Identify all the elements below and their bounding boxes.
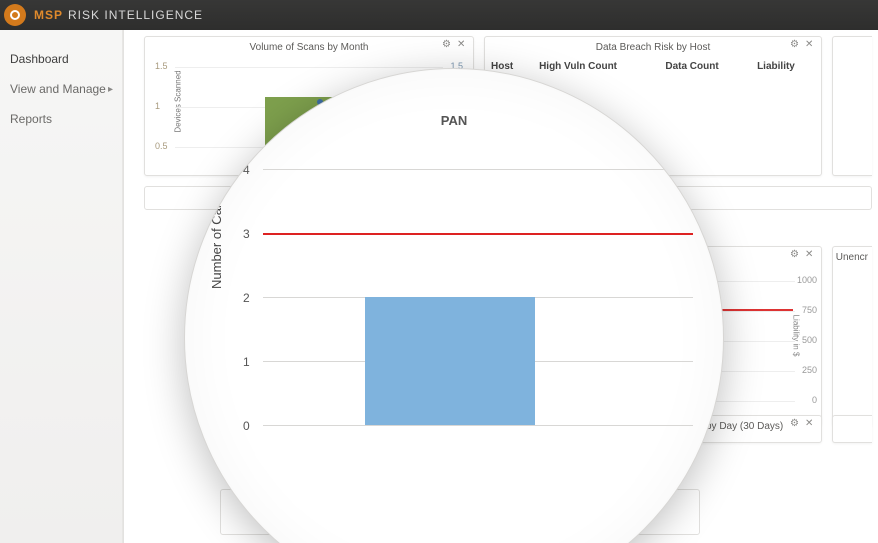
y-tick: 1 — [155, 101, 160, 111]
sidebar-item-label: Dashboard — [10, 52, 69, 66]
sidebar: Dashboard View and Manage ▸ Reports — [0, 30, 124, 543]
y-tick: 0 — [243, 419, 250, 433]
threshold-line — [263, 233, 693, 235]
y-tick: 250 — [802, 365, 817, 375]
y-tick: 0.5 — [155, 141, 168, 151]
y-tick: 750 — [802, 305, 817, 315]
y-tick: 3 — [243, 227, 250, 241]
close-icon[interactable]: ✕ — [805, 250, 815, 260]
y-tick: 4 — [243, 163, 250, 177]
gear-icon[interactable]: ⚙ — [790, 419, 800, 429]
widget-title: PAN — [215, 113, 693, 128]
y-right-axis-label: Liability in $ — [792, 315, 801, 357]
col-data-count: Data Count — [659, 57, 751, 76]
widget-title: Unencr — [836, 252, 868, 263]
table-header-row: Host High Vuln Count Data Count Liabilit… — [485, 57, 821, 76]
breach-table: Host High Vuln Count Data Count Liabilit… — [485, 57, 821, 76]
y-left-axis-label: Devices Scanned — [174, 70, 183, 132]
widget-unencrypted-cropped: Unencr — [832, 246, 872, 426]
gear-icon[interactable]: ⚙ — [790, 250, 800, 260]
col-high-vuln: High Vuln Count — [533, 57, 659, 76]
y-tick: 1.5 — [155, 61, 168, 71]
sidebar-item-view-manage[interactable]: View and Manage ▸ — [0, 74, 123, 104]
brand-logo-icon — [4, 4, 26, 26]
y-tick: 1000 — [797, 275, 817, 285]
pan-cards-chart: PAN Number of Cards Found 4 3 2 1 0 — [215, 169, 693, 527]
main-area: Volume of Scans by Month ⚙ ✕ Devices Sca… — [124, 30, 878, 543]
sidebar-item-label: Reports — [10, 112, 52, 126]
gear-icon[interactable]: ⚙ — [790, 40, 800, 50]
widget-title: Volume of Scans by Month — [250, 42, 369, 53]
y-tick: 2 — [243, 291, 250, 305]
y-axis-label: Number of Cards Found — [209, 150, 224, 289]
close-icon[interactable]: ✕ — [457, 40, 467, 50]
sidebar-item-reports[interactable]: Reports — [0, 104, 123, 134]
y-tick: 0 — [812, 395, 817, 405]
widget-cropped-3 — [832, 415, 872, 443]
sidebar-item-dashboard[interactable]: Dashboard — [0, 44, 123, 74]
chevron-right-icon: ▸ — [108, 84, 113, 95]
bar-jcb — [365, 297, 535, 425]
sidebar-item-label: View and Manage — [10, 82, 106, 96]
y-tick: 500 — [802, 335, 817, 345]
app-header: MSP RISK INTELLIGENCE — [0, 0, 878, 30]
close-icon[interactable]: ✕ — [805, 40, 815, 50]
gear-icon[interactable]: ⚙ — [442, 40, 452, 50]
brand-name-2: RISK INTELLIGENCE — [68, 8, 203, 22]
close-icon[interactable]: ✕ — [805, 419, 815, 429]
widget-cropped-1 — [832, 36, 872, 176]
col-liability: Liability — [751, 57, 821, 76]
brand-name-1: MSP — [34, 8, 63, 22]
y-tick: 1 — [243, 355, 250, 369]
widget-title: Data Breach Risk by Host — [596, 42, 711, 53]
